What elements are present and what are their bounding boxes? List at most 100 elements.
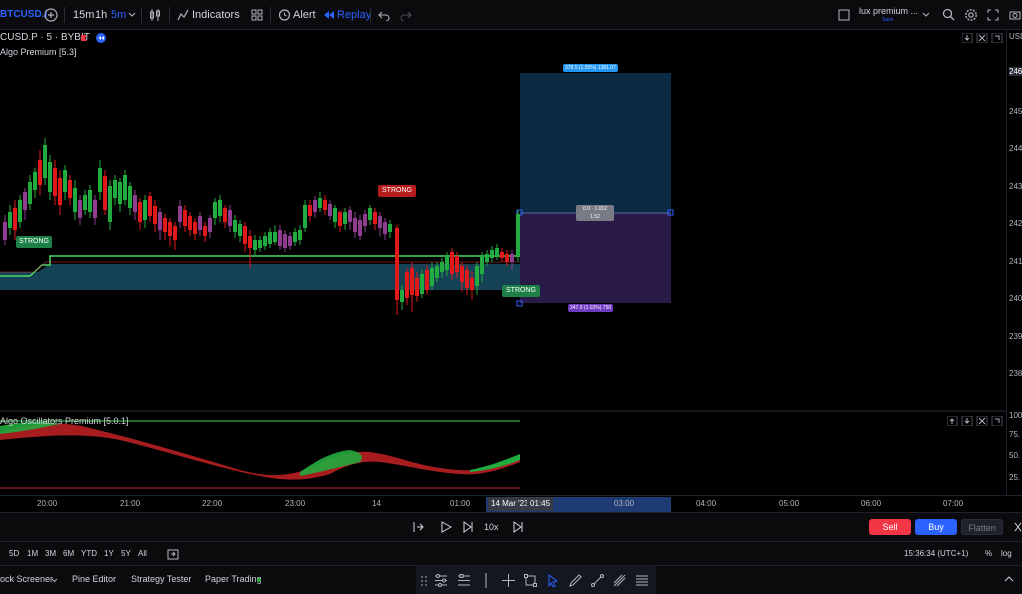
entry-label[interactable]: 0.0 · 1.012 1.52 <box>576 205 614 221</box>
undo-icon[interactable] <box>378 9 390 21</box>
crosshair-icon[interactable] <box>502 574 515 587</box>
candle-body <box>183 210 187 226</box>
candle-body <box>440 262 444 272</box>
jump-to-realtime-icon[interactable] <box>512 521 524 533</box>
drag-handle-icon[interactable] <box>420 575 428 587</box>
percent-scale-toggle[interactable]: % <box>985 549 992 558</box>
cursor-arrow-icon[interactable] <box>547 574 559 587</box>
osc-pane-controls[interactable] <box>947 416 1003 426</box>
indicators-button[interactable]: Indicators <box>192 0 240 30</box>
time-axis[interactable]: 20:00 21:00 22:00 23:00 14 01:00 14 Mar … <box>0 495 1022 513</box>
snapshot-camera-icon[interactable] <box>1009 9 1021 21</box>
timeframe-15m[interactable]: 15m <box>73 0 94 30</box>
range-1y[interactable]: 1Y <box>104 549 114 558</box>
time-highlight-date: 14 Mar '23 <box>488 497 532 511</box>
range-1m[interactable]: 1M <box>27 549 38 558</box>
play-icon[interactable] <box>440 521 452 533</box>
fib-retracement-icon[interactable] <box>635 574 649 587</box>
range-3m[interactable]: 3M <box>45 549 56 558</box>
step-forward-icon[interactable] <box>462 521 474 533</box>
candle-body <box>43 145 47 178</box>
select-bar-icon[interactable] <box>412 521 424 533</box>
add-symbol-icon[interactable] <box>44 8 58 22</box>
range-bar: 5D 1M 3M 6M YTD 1Y 5Y All 15:36:34 (UTC+… <box>0 541 1022 565</box>
range-all[interactable]: All <box>138 549 147 558</box>
timeframe-1h[interactable]: 1h <box>95 0 107 30</box>
pen-tool-icon[interactable] <box>569 574 582 587</box>
price-axis[interactable]: USD 246 245 244 243 242 241 240 239 238 … <box>1006 30 1022 495</box>
vertical-line-icon[interactable] <box>482 573 490 588</box>
indicator-legend[interactable]: Algo Premium [5.3] <box>0 47 77 57</box>
candle-body <box>58 178 62 205</box>
candle-body <box>373 212 377 224</box>
oscillator-legend[interactable]: Algo Oscillators Premium [5.0.1] <box>0 416 129 426</box>
range-ytd[interactable]: YTD <box>81 549 97 558</box>
stop-zone[interactable] <box>520 213 671 303</box>
replay-icon[interactable] <box>323 9 335 21</box>
flatten-button[interactable]: Flatten <box>961 519 1003 535</box>
tab-stock-screener[interactable]: ock Screener <box>0 574 53 584</box>
symbol-legend[interactable]: CUSD.P · 5 · BYBIT <box>0 32 90 43</box>
flag-icon[interactable] <box>80 34 88 42</box>
fullscreen-icon[interactable] <box>987 9 999 21</box>
timeframe-5m[interactable]: 5m <box>111 0 126 30</box>
chevron-up-icon[interactable] <box>1004 575 1014 583</box>
alert-button[interactable]: Alert <box>293 0 316 30</box>
layout-name[interactable]: lux premium ... <box>859 6 918 16</box>
symbol-search[interactable]: BTCUSD.I <box>0 0 47 30</box>
replay-button[interactable]: Replay <box>337 0 371 30</box>
candle-body <box>430 268 434 286</box>
candle-body <box>338 212 342 226</box>
stop-label[interactable]: 247.0 (1.02%) 750 <box>568 304 614 312</box>
redo-icon[interactable] <box>400 9 412 21</box>
search-icon[interactable] <box>942 8 955 21</box>
price-chart-canvas[interactable] <box>0 30 1022 510</box>
close-icon[interactable] <box>1014 522 1022 532</box>
indicators-icon[interactable] <box>177 9 189 21</box>
candle-type-icon[interactable] <box>148 8 162 22</box>
tab-pine-editor[interactable]: Pine Editor <box>72 574 116 584</box>
chevron-down-icon[interactable] <box>128 11 136 19</box>
buy-button[interactable]: Buy <box>915 519 957 535</box>
candle-body <box>505 254 509 262</box>
chevron-down-icon[interactable] <box>51 577 58 584</box>
candle-body <box>218 200 222 216</box>
go-to-date-icon[interactable] <box>167 548 179 560</box>
rectangle-tool-icon[interactable] <box>524 574 537 587</box>
sell-button[interactable]: Sell <box>869 519 911 535</box>
templates-icon[interactable] <box>251 9 263 21</box>
log-scale-toggle[interactable]: log <box>1001 549 1012 558</box>
target-zone[interactable] <box>520 73 671 213</box>
clock-timezone[interactable]: 15:36:34 (UTC+1) <box>904 549 968 558</box>
candle-body <box>490 250 494 258</box>
candle-body <box>388 224 392 232</box>
chevron-down-icon[interactable] <box>922 11 930 19</box>
range-6m[interactable]: 6M <box>63 549 74 558</box>
candle-body <box>395 228 399 300</box>
candle-body <box>3 222 7 240</box>
target-label[interactable]: 378.5 (1.55%) 1381.07 <box>563 64 618 72</box>
chart-pane[interactable]: CUSD.P · 5 · BYBIT Algo Premium [5.3] Al… <box>0 30 1022 510</box>
time-tick: 07:00 <box>943 499 964 508</box>
layout-save-status: Save <box>882 17 894 23</box>
candle-body <box>228 210 232 226</box>
tab-strategy-tester[interactable]: Strategy Tester <box>131 574 191 584</box>
candle-body <box>500 252 504 258</box>
range-5y[interactable]: 5Y <box>121 549 131 558</box>
trend-line-icon[interactable] <box>591 574 604 587</box>
layout-icon[interactable] <box>838 9 850 21</box>
candle-body <box>485 254 489 262</box>
rewind-icon[interactable] <box>96 33 106 43</box>
candle-body <box>168 222 172 236</box>
range-5d[interactable]: 5D <box>9 549 19 558</box>
object-tree-icon[interactable] <box>434 574 448 587</box>
pitchfork-icon[interactable] <box>613 574 626 587</box>
replay-speed[interactable]: 10x <box>484 522 499 532</box>
filter-lines-icon[interactable] <box>457 574 471 587</box>
alert-clock-icon[interactable] <box>278 8 291 21</box>
price-tick: 238 <box>1009 369 1022 378</box>
price-tick: 242 <box>1009 219 1022 228</box>
candle-body <box>208 218 212 232</box>
gear-icon[interactable] <box>964 8 978 22</box>
tab-paper-trading[interactable]: Paper Trading <box>205 574 262 584</box>
